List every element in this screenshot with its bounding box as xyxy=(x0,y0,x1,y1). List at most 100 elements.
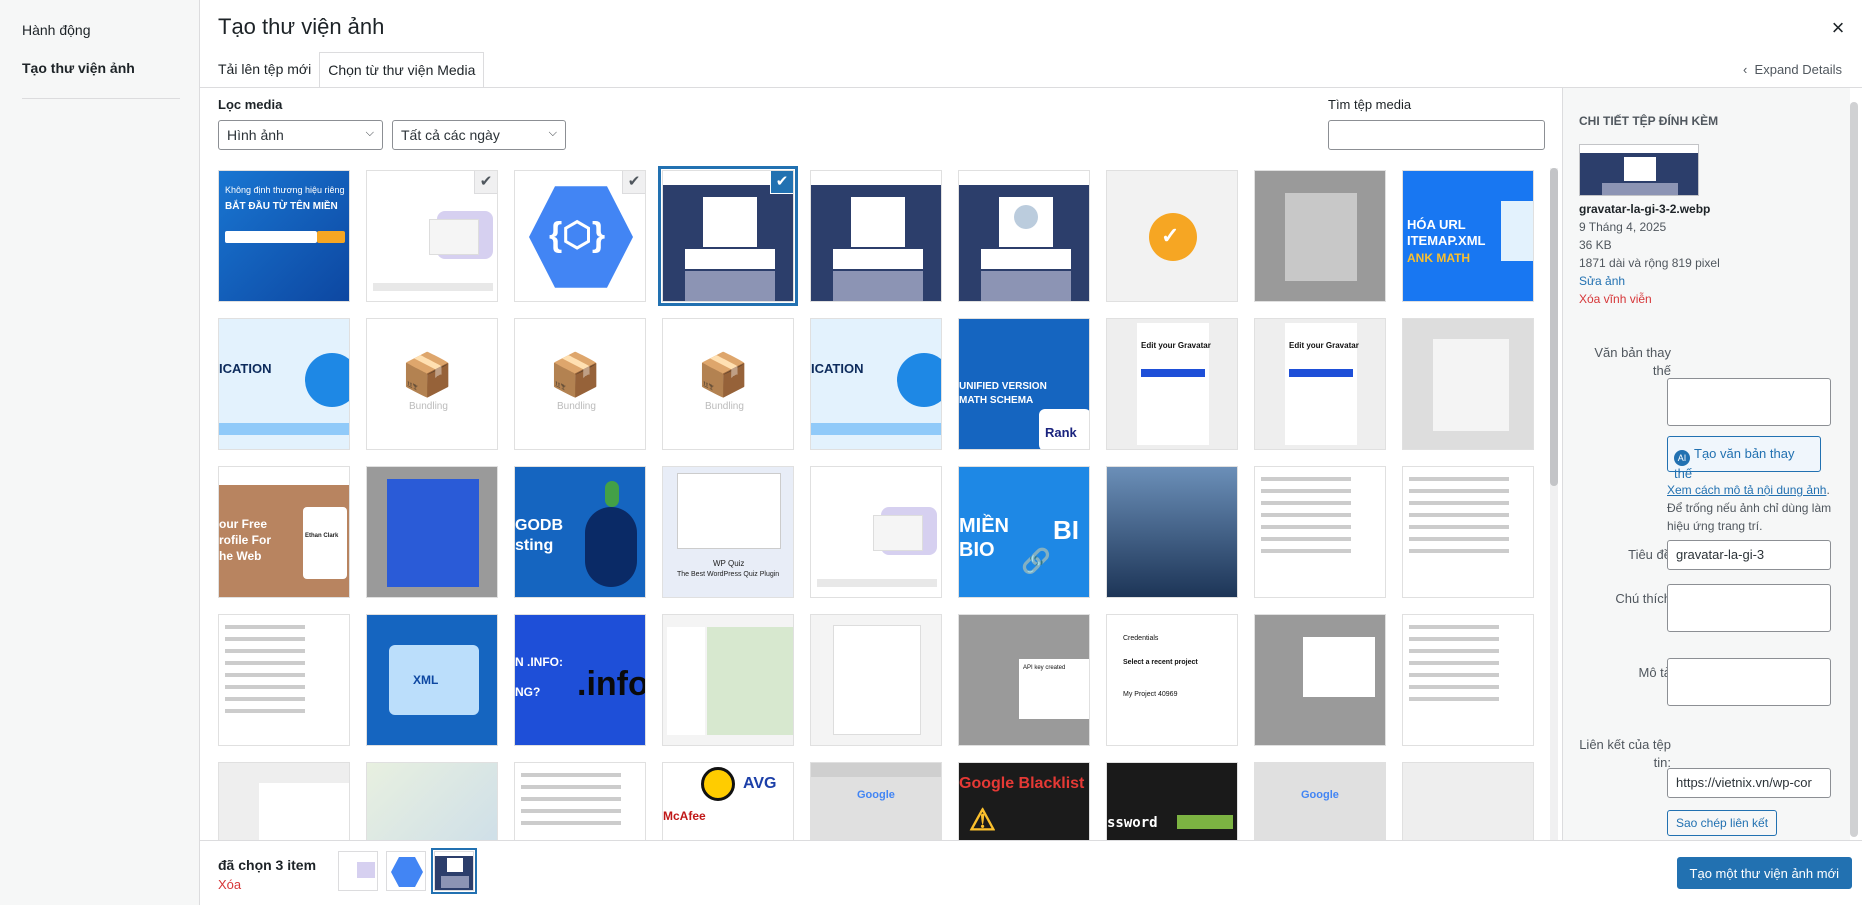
attachment-thumb[interactable] xyxy=(1254,614,1386,746)
title-label: Tiêu đề xyxy=(1628,547,1671,562)
title-field[interactable]: gravatar-la-gi-3 xyxy=(1667,540,1831,570)
generate-alt-text-button[interactable]: AI Tạo văn bản thay thế xyxy=(1667,436,1821,481)
selected-thumb[interactable] xyxy=(431,848,477,894)
attachment-thumb[interactable] xyxy=(1254,170,1386,302)
thumb-shape xyxy=(303,507,347,579)
media-type-select[interactable]: Hình ảnh ⌵ xyxy=(218,120,383,150)
tab-upload[interactable]: Tải lên tệp mới xyxy=(210,52,319,88)
selected-thumb[interactable] xyxy=(338,851,378,891)
caption-field[interactable] xyxy=(1667,584,1831,632)
attachment-thumb[interactable]: Edit your Gravatar xyxy=(1106,318,1238,450)
thumb-text: ITEMAP.XML xyxy=(1407,233,1486,248)
attachment-thumb[interactable] xyxy=(514,762,646,840)
thumb-shape xyxy=(817,579,937,587)
thumb-shape xyxy=(685,249,775,269)
attachment-thumb[interactable]: Credentials Select a recent project My P… xyxy=(1106,614,1238,746)
attachment-thumb[interactable]: AVG McAfee xyxy=(662,762,794,840)
attachment-thumb[interactable] xyxy=(1402,762,1534,840)
tab-library[interactable]: Chọn từ thư viện Media xyxy=(319,52,485,88)
attachment-thumb[interactable]: {⬡} ✔ xyxy=(514,170,646,302)
thumb-shape xyxy=(1303,637,1375,697)
attachment-thumb[interactable]: Google Blacklist ⚠ xyxy=(958,762,1090,840)
thumb-text: AVG xyxy=(743,775,777,792)
attachment-thumb[interactable]: 📦 Bundling xyxy=(366,318,498,450)
attachments-grid: Không định thương hiệu riêng BẮT ĐẦU TỪ … xyxy=(210,160,1548,840)
search-input[interactable] xyxy=(1328,120,1545,150)
attachment-thumb[interactable] xyxy=(810,466,942,598)
attachment-thumb[interactable]: N .INFO: NG? .info xyxy=(514,614,646,746)
selected-thumb[interactable] xyxy=(386,851,426,891)
thumb-shape xyxy=(897,353,941,407)
attachment-thumb[interactable]: WP Quiz The Best WordPress Quiz Plugin xyxy=(662,466,794,598)
thumb-shape xyxy=(1624,157,1656,181)
attachment-thumb[interactable] xyxy=(1106,466,1238,598)
attachment-thumb-selected[interactable]: ✔ xyxy=(658,166,798,306)
attachment-thumb[interactable]: ICATION xyxy=(218,318,350,450)
check-icon[interactable]: ✔ xyxy=(770,171,793,194)
attachment-thumb[interactable]: API key created xyxy=(958,614,1090,746)
attachment-thumb[interactable]: ✔ xyxy=(366,170,498,302)
check-icon[interactable]: ✔ xyxy=(474,171,497,194)
attachment-thumb[interactable]: Google xyxy=(1254,762,1386,840)
description-field[interactable] xyxy=(1667,658,1831,706)
attachment-thumb[interactable]: GODB sting xyxy=(514,466,646,598)
thumb-shape xyxy=(1285,193,1357,281)
thumb-text: Select a recent project xyxy=(1123,659,1198,666)
menu-item-create-gallery[interactable]: Tạo thư viện ảnh xyxy=(22,60,135,76)
file-url-field[interactable]: https://vietnix.vn/wp-cor xyxy=(1667,768,1831,798)
grid-scrollbar-thumb[interactable] xyxy=(1550,168,1558,486)
attachment-thumb[interactable]: UNIFIED VERSION MATH SCHEMA Rank xyxy=(958,318,1090,450)
attachment-thumb[interactable] xyxy=(1402,318,1534,450)
thumb-shape xyxy=(833,625,921,735)
thumb-shape xyxy=(1602,183,1678,195)
attachment-thumb[interactable]: HÓA URL ITEMAP.XML ANK MATH xyxy=(1402,170,1534,302)
attachment-thumb[interactable]: Google xyxy=(810,762,942,840)
close-icon[interactable]: × xyxy=(1824,14,1852,42)
delete-permanently-link[interactable]: Xóa vĩnh viễn xyxy=(1579,292,1652,306)
attachment-thumb[interactable] xyxy=(1402,614,1534,746)
edit-image-link[interactable]: Sửa ảnh xyxy=(1579,274,1625,288)
attachment-thumb[interactable] xyxy=(810,170,942,302)
attachment-thumb[interactable]: Không định thương hiệu riêng BẮT ĐẦU TỪ … xyxy=(218,170,350,302)
filter-label: Lọc media xyxy=(218,97,283,112)
attachment-thumb[interactable]: Edit your Gravatar xyxy=(1254,318,1386,450)
attachment-thumb[interactable]: ✓ xyxy=(1106,170,1238,302)
menu-heading: Hành động xyxy=(22,22,91,38)
attachment-thumb[interactable] xyxy=(366,466,498,598)
attachment-thumb[interactable]: XML xyxy=(366,614,498,746)
attachment-thumb[interactable]: 📦 Bundling xyxy=(662,318,794,450)
alt-text-help-link[interactable]: Xem cách mô tả nội dung ảnh xyxy=(1667,483,1826,497)
attachment-thumb[interactable]: ssword xyxy=(1106,762,1238,840)
attachment-thumb[interactable]: ICATION xyxy=(810,318,942,450)
thumb-text: sting xyxy=(515,537,554,554)
box-icon: 📦 xyxy=(401,351,454,398)
attachment-thumb[interactable]: 📦 Bundling xyxy=(514,318,646,450)
thumb-text: WP Quiz xyxy=(713,559,745,568)
attachment-thumb[interactable] xyxy=(218,762,350,840)
attachment-thumb[interactable] xyxy=(958,170,1090,302)
thumb-text: My Project 40969 xyxy=(1123,691,1178,698)
create-gallery-button[interactable]: Tạo một thư viện ảnh mới xyxy=(1676,857,1852,889)
generate-alt-text-label: Tạo văn bản thay thế xyxy=(1674,446,1795,481)
thumb-shape xyxy=(677,473,781,549)
thumb-shape xyxy=(685,271,775,301)
thumb-shape xyxy=(429,219,479,255)
attachment-thumb[interactable]: our Free rofile For he Web Ethan Clark xyxy=(218,466,350,598)
thumb-text: MATH SCHEMA xyxy=(959,395,1034,406)
attachment-thumb[interactable]: MIỀN BIO BI 🔗 xyxy=(958,466,1090,598)
details-scrollbar[interactable] xyxy=(1850,102,1858,837)
attachment-thumb[interactable] xyxy=(662,614,794,746)
attachment-thumb[interactable] xyxy=(1402,466,1534,598)
check-icon[interactable]: ✔ xyxy=(622,171,645,194)
date-select[interactable]: Tất cả các ngày ⌵ xyxy=(392,120,566,150)
attachment-thumb[interactable] xyxy=(810,614,942,746)
attachment-thumb[interactable] xyxy=(218,614,350,746)
box-icon: 📦 xyxy=(697,351,750,398)
copy-url-button[interactable]: Sao chép liên kết xyxy=(1667,810,1778,836)
alt-text-field[interactable] xyxy=(1667,378,1831,426)
attachment-thumb[interactable] xyxy=(366,762,498,840)
attachment-thumb[interactable] xyxy=(1254,466,1386,598)
expand-details-button[interactable]: ‹ Expand Details xyxy=(1743,62,1842,77)
clear-selection-link[interactable]: Xóa xyxy=(218,877,241,892)
thumb-text: Bundling xyxy=(409,401,448,412)
